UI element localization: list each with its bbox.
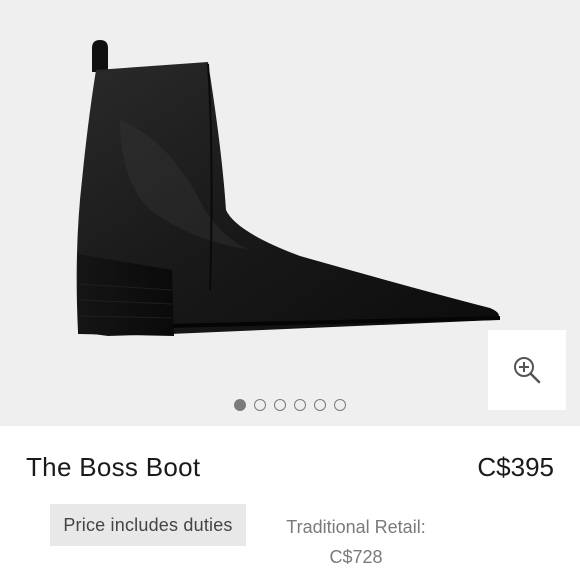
gallery-dot[interactable] xyxy=(334,399,346,411)
traditional-retail: Traditional Retail: C$728 xyxy=(272,512,440,572)
gallery-dot[interactable] xyxy=(254,399,266,411)
zoom-in-icon xyxy=(514,357,541,384)
duties-badge: Price includes duties xyxy=(50,504,246,546)
gallery-pagination xyxy=(234,399,346,411)
gallery-dot[interactable] xyxy=(274,399,286,411)
gallery-dot[interactable] xyxy=(314,399,326,411)
gallery-dot[interactable] xyxy=(234,399,246,411)
traditional-retail-label: Traditional Retail: xyxy=(286,517,426,537)
product-info: The Boss Boot C$395 Price includes dutie… xyxy=(0,426,580,580)
traditional-retail-price: C$728 xyxy=(329,547,383,567)
product-price: C$395 xyxy=(477,452,554,482)
gallery-dot[interactable] xyxy=(294,399,306,411)
product-image-gallery[interactable] xyxy=(0,0,580,426)
zoom-button[interactable] xyxy=(488,330,566,410)
product-title: The Boss Boot xyxy=(26,452,201,482)
